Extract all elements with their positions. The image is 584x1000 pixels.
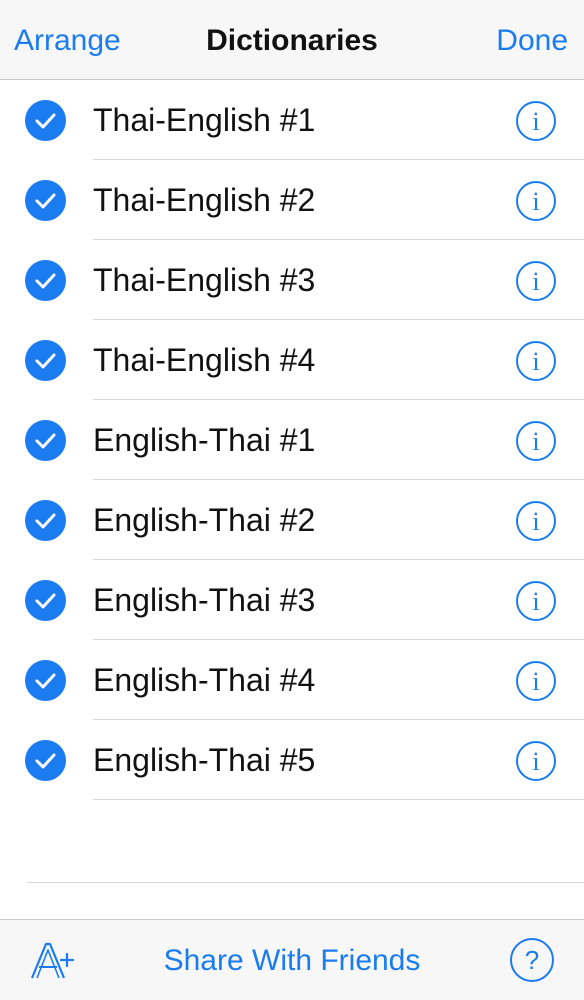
checkmark-icon[interactable] (25, 420, 66, 461)
dictionary-label: Thai-English #2 (93, 182, 316, 218)
svg-text:i: i (532, 587, 539, 616)
share-with-friends-button[interactable]: Share With Friends (0, 942, 584, 980)
checkmark-icon[interactable] (25, 500, 66, 541)
svg-text:i: i (532, 747, 539, 776)
svg-text:i: i (532, 347, 539, 376)
dictionary-label: English-Thai #5 (93, 742, 316, 778)
info-icon[interactable]: i (515, 420, 557, 462)
dictionary-row[interactable]: English-Thai #3 i (0, 560, 584, 640)
list-bottom-divider (27, 882, 584, 883)
svg-text:i: i (532, 427, 539, 456)
dictionary-label: Thai-English #3 (93, 262, 316, 298)
dictionary-row[interactable]: Thai-English #4 i (0, 320, 584, 400)
dictionary-label: English-Thai #2 (93, 502, 316, 538)
bottom-toolbar: Share With Friends ? (0, 919, 584, 1000)
info-icon[interactable]: i (515, 580, 557, 622)
dictionary-row[interactable]: Thai-English #1 i (0, 80, 584, 160)
dictionary-label: English-Thai #3 (93, 582, 316, 618)
svg-text:i: i (532, 507, 539, 536)
info-icon[interactable]: i (515, 500, 557, 542)
dictionary-row[interactable]: Thai-English #3 i (0, 240, 584, 320)
svg-text:?: ? (525, 945, 539, 975)
dictionary-row[interactable]: English-Thai #2 i (0, 480, 584, 560)
dictionary-row[interactable]: English-Thai #5 i (0, 720, 584, 800)
checkmark-icon[interactable] (25, 100, 66, 141)
info-icon[interactable]: i (515, 100, 557, 142)
info-icon[interactable]: i (515, 660, 557, 702)
info-icon[interactable]: i (515, 180, 557, 222)
dictionary-row[interactable]: English-Thai #4 i (0, 640, 584, 720)
svg-text:i: i (532, 267, 539, 296)
dictionary-label: Thai-English #1 (93, 102, 316, 138)
checkmark-icon[interactable] (25, 340, 66, 381)
help-icon[interactable]: ? (509, 937, 555, 983)
row-divider (93, 799, 584, 800)
done-button[interactable]: Done (496, 22, 568, 60)
dictionary-row[interactable]: English-Thai #1 i (0, 400, 584, 480)
dictionary-row[interactable]: Thai-English #2 i (0, 160, 584, 240)
svg-text:i: i (532, 667, 539, 696)
checkmark-icon[interactable] (25, 580, 66, 621)
checkmark-icon[interactable] (25, 180, 66, 221)
dictionary-label: English-Thai #1 (93, 422, 316, 458)
checkmark-icon[interactable] (25, 660, 66, 701)
dictionary-label: Thai-English #4 (93, 342, 316, 378)
info-icon[interactable]: i (515, 340, 557, 382)
dictionary-list: Thai-English #1 i Thai-English #2 i Thai-Eng… (0, 80, 584, 800)
svg-text:i: i (532, 107, 539, 136)
dictionaries-screen: Arrange Dictionaries Done Thai-English #… (0, 0, 584, 1000)
checkmark-icon[interactable] (25, 260, 66, 301)
checkmark-icon[interactable] (25, 740, 66, 781)
svg-text:i: i (532, 187, 539, 216)
info-icon[interactable]: i (515, 260, 557, 302)
dictionary-label: English-Thai #4 (93, 662, 316, 698)
navigation-bar: Arrange Dictionaries Done (0, 0, 584, 80)
info-icon[interactable]: i (515, 740, 557, 782)
